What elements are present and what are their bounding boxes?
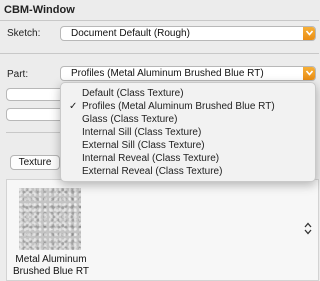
part-popup[interactable]: Profiles (Metal Aluminum Brushed Blue RT…	[60, 66, 316, 81]
menu-item-glass[interactable]: Glass (Class Texture)	[61, 113, 315, 126]
texture-preview-panel: Metal Aluminum Brushed Blue RT	[6, 179, 319, 281]
menu-item-internal-sill[interactable]: Internal Sill (Class Texture)	[61, 126, 315, 139]
divider	[6, 132, 66, 133]
menu-item-internal-reveal[interactable]: Internal Reveal (Class Texture)	[61, 152, 315, 165]
sketch-popup[interactable]: Document Default (Rough)	[60, 26, 316, 41]
part-dropdown-menu: Default (Class Texture) ✓ Profiles (Meta…	[60, 82, 316, 182]
texture-button[interactable]: Texture	[10, 155, 60, 170]
divider	[0, 53, 319, 54]
texture-swatch[interactable]	[19, 188, 81, 250]
texture-name-line2: Brushed Blue RT	[13, 266, 89, 277]
sketch-popup-value: Document Default (Rough)	[71, 28, 190, 39]
texture-name-line1: Metal Aluminum	[15, 254, 87, 265]
chevron-down-icon	[303, 67, 315, 80]
part-popup-value: Profiles (Metal Aluminum Brushed Blue RT…	[71, 68, 264, 79]
up-down-chevron-icon[interactable]	[304, 222, 312, 238]
part-label: Part:	[7, 69, 29, 80]
texture-name: Metal Aluminum Brushed Blue RT	[7, 254, 95, 278]
text-field-2[interactable]	[6, 108, 66, 121]
divider	[0, 20, 319, 21]
window-title: CBM-Window	[4, 4, 75, 16]
menu-item-external-reveal[interactable]: External Reveal (Class Texture)	[61, 165, 315, 178]
checkmark-icon: ✓	[69, 101, 78, 112]
menu-item-profiles[interactable]: ✓ Profiles (Metal Aluminum Brushed Blue …	[61, 100, 315, 113]
menu-item-external-sill[interactable]: External Sill (Class Texture)	[61, 139, 315, 152]
sketch-label: Sketch:	[7, 28, 41, 39]
menu-item-default[interactable]: Default (Class Texture)	[61, 87, 315, 100]
chevron-down-icon	[303, 27, 315, 40]
text-field-1[interactable]	[6, 88, 66, 101]
